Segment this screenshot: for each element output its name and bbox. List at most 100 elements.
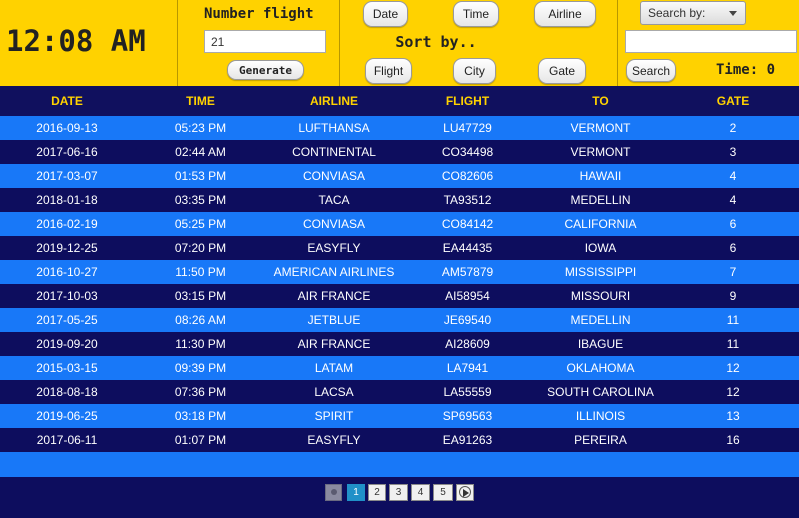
- table-row[interactable]: 2017-10-03 03:15 PM AIR FRANCE AI58954 M…: [0, 284, 799, 308]
- cell-flight: CO82606: [441, 169, 494, 183]
- column-header-airline[interactable]: AIRLINE: [267, 86, 401, 116]
- separator: [617, 0, 618, 86]
- cell-flight: AI28609: [445, 337, 490, 351]
- table-row[interactable]: 2017-05-25 08:26 AM JETBLUE JE69540 MEDE…: [0, 308, 799, 332]
- cell-airline: EASYFLY: [307, 241, 361, 255]
- cell-flight: CO84142: [441, 217, 494, 231]
- cell-destination: HAWAII: [579, 169, 622, 183]
- table-row[interactable]: 2018-01-18 03:35 PM TACA TA93512 MEDELLI…: [0, 188, 799, 212]
- number-flight-input[interactable]: [204, 30, 326, 53]
- cell-airline: TACA: [318, 193, 350, 207]
- cell-airline: AIR FRANCE: [297, 289, 371, 303]
- cell-time: 02:44 AM: [175, 145, 226, 159]
- sort-flight-button[interactable]: Flight: [365, 58, 412, 84]
- cell-flight: AI58954: [445, 289, 490, 303]
- cell-date: 2016-10-27: [36, 265, 98, 279]
- cell-gate: 12: [726, 361, 740, 375]
- cell-time: 09:39 PM: [174, 361, 227, 375]
- sort-city-button[interactable]: City: [453, 58, 496, 84]
- page-button-2[interactable]: 2: [368, 484, 386, 501]
- search-by-dropdown[interactable]: Search by:: [640, 1, 746, 25]
- separator: [339, 0, 340, 86]
- column-header-gate[interactable]: GATE: [667, 86, 799, 116]
- cell-date: 2017-05-25: [36, 313, 98, 327]
- cell-gate: 13: [726, 409, 740, 423]
- cell-airline: SPIRIT: [314, 409, 354, 423]
- prev-page-icon[interactable]: [325, 484, 342, 501]
- cell-gate: 12: [726, 385, 740, 399]
- cell-date: 2019-09-20: [36, 337, 98, 351]
- column-header-flight[interactable]: FLIGHT: [401, 86, 534, 116]
- cell-airline: JETBLUE: [307, 313, 361, 327]
- cell-time: 01:53 PM: [174, 169, 227, 183]
- cell-destination: MEDELLIN: [570, 313, 631, 327]
- cell-flight: LA7941: [446, 361, 489, 375]
- page-button-4[interactable]: 4: [411, 484, 430, 501]
- cell-destination: SOUTH CAROLINA: [547, 385, 654, 399]
- table-row[interactable]: 2018-08-18 07:36 PM LACSA LA55559 SOUTH …: [0, 380, 799, 404]
- cell-time: 03:15 PM: [174, 289, 227, 303]
- table-row[interactable]: 2019-12-25 07:20 PM EASYFLY EA44435 IOWA…: [0, 236, 799, 260]
- cell-time: 03:35 PM: [174, 193, 227, 207]
- cell-time: 11:50 PM: [175, 265, 226, 279]
- table-row[interactable]: 2017-03-07 01:53 PM CONVIASA CO82606 HAW…: [0, 164, 799, 188]
- sort-gate-button[interactable]: Gate: [538, 58, 586, 84]
- cell-gate: 9: [729, 289, 737, 303]
- cell-airline: CONTINENTAL: [292, 145, 376, 159]
- cell-destination: VERMONT: [570, 121, 631, 135]
- cell-gate: 11: [726, 337, 740, 351]
- cell-time: 05:25 PM: [174, 217, 227, 231]
- cell-destination: IOWA: [584, 241, 617, 255]
- page-button-5[interactable]: 5: [433, 484, 453, 501]
- sort-time-button[interactable]: Time: [453, 1, 499, 27]
- cell-flight: SP69563: [442, 409, 493, 423]
- cell-date: 2019-12-25: [36, 241, 98, 255]
- cell-date: 2015-03-15: [36, 361, 98, 375]
- cell-date: 2018-01-18: [36, 193, 98, 207]
- search-button[interactable]: Search: [626, 59, 676, 82]
- page-button-1[interactable]: 1: [347, 484, 365, 501]
- cell-flight: TA93512: [443, 193, 492, 207]
- cell-date: 2017-06-11: [36, 433, 98, 447]
- table-row[interactable]: 2016-09-13 05:23 PM LUFTHANSA LU47729 VE…: [0, 116, 799, 140]
- cell-destination: IBAGUE: [577, 337, 624, 351]
- cell-flight: EA91263: [442, 433, 493, 447]
- table-row[interactable]: 2019-09-20 11:30 PM AIR FRANCE AI28609 I…: [0, 332, 799, 356]
- cell-airline: LACSA: [314, 385, 354, 399]
- table-row[interactable]: 2019-06-25 03:18 PM SPIRIT SP69563 ILLIN…: [0, 404, 799, 428]
- table-row[interactable]: 2015-03-15 09:39 PM LATAM LA7941 OKLAHOM…: [0, 356, 799, 380]
- time-readout: Time: 0: [716, 62, 776, 78]
- cell-airline: EASYFLY: [307, 433, 361, 447]
- sort-airline-button[interactable]: Airline: [534, 1, 596, 27]
- table-row[interactable]: 2016-10-27 11:50 PM AMERICAN AIRLINES AM…: [0, 260, 799, 284]
- generate-button[interactable]: Generate: [227, 60, 304, 80]
- pagination: 1 2 3 4 5: [0, 477, 799, 518]
- cell-flight: LU47729: [443, 121, 492, 135]
- cell-destination: PEREIRA: [574, 433, 627, 447]
- table-row[interactable]: 2017-06-11 01:07 PM EASYFLY EA91263 PERE…: [0, 428, 799, 452]
- cell-airline: CONVIASA: [302, 217, 365, 231]
- page-button-3[interactable]: 3: [389, 484, 408, 501]
- cell-destination: MEDELLIN: [570, 193, 631, 207]
- table-header: DATE TIME AIRLINE FLIGHT TO GATE: [0, 86, 799, 116]
- cell-airline: AIR FRANCE: [297, 337, 371, 351]
- cell-date: 2018-08-18: [36, 385, 98, 399]
- cell-gate: 2: [729, 121, 737, 135]
- next-page-icon[interactable]: [456, 484, 474, 501]
- cell-destination: CALIFORNIA: [564, 217, 637, 231]
- cell-gate: 4: [729, 193, 737, 207]
- number-flight-label: Number flight: [204, 6, 314, 22]
- search-input[interactable]: [625, 30, 797, 53]
- column-header-date[interactable]: DATE: [0, 86, 134, 116]
- cell-airline: LATAM: [314, 361, 354, 375]
- column-header-time[interactable]: TIME: [134, 86, 267, 116]
- chevron-down-icon: [729, 11, 737, 16]
- table-row[interactable]: 2017-06-16 02:44 AM CONTINENTAL CO34498 …: [0, 140, 799, 164]
- cell-flight: LA55559: [443, 385, 492, 399]
- sort-date-button[interactable]: Date: [363, 1, 408, 27]
- column-header-to[interactable]: TO: [534, 86, 667, 116]
- cell-gate: 6: [729, 241, 737, 255]
- table-row[interactable]: 2016-02-19 05:25 PM CONVIASA CO84142 CAL…: [0, 212, 799, 236]
- cell-date: 2017-06-16: [36, 145, 98, 159]
- cell-gate: 4: [729, 169, 737, 183]
